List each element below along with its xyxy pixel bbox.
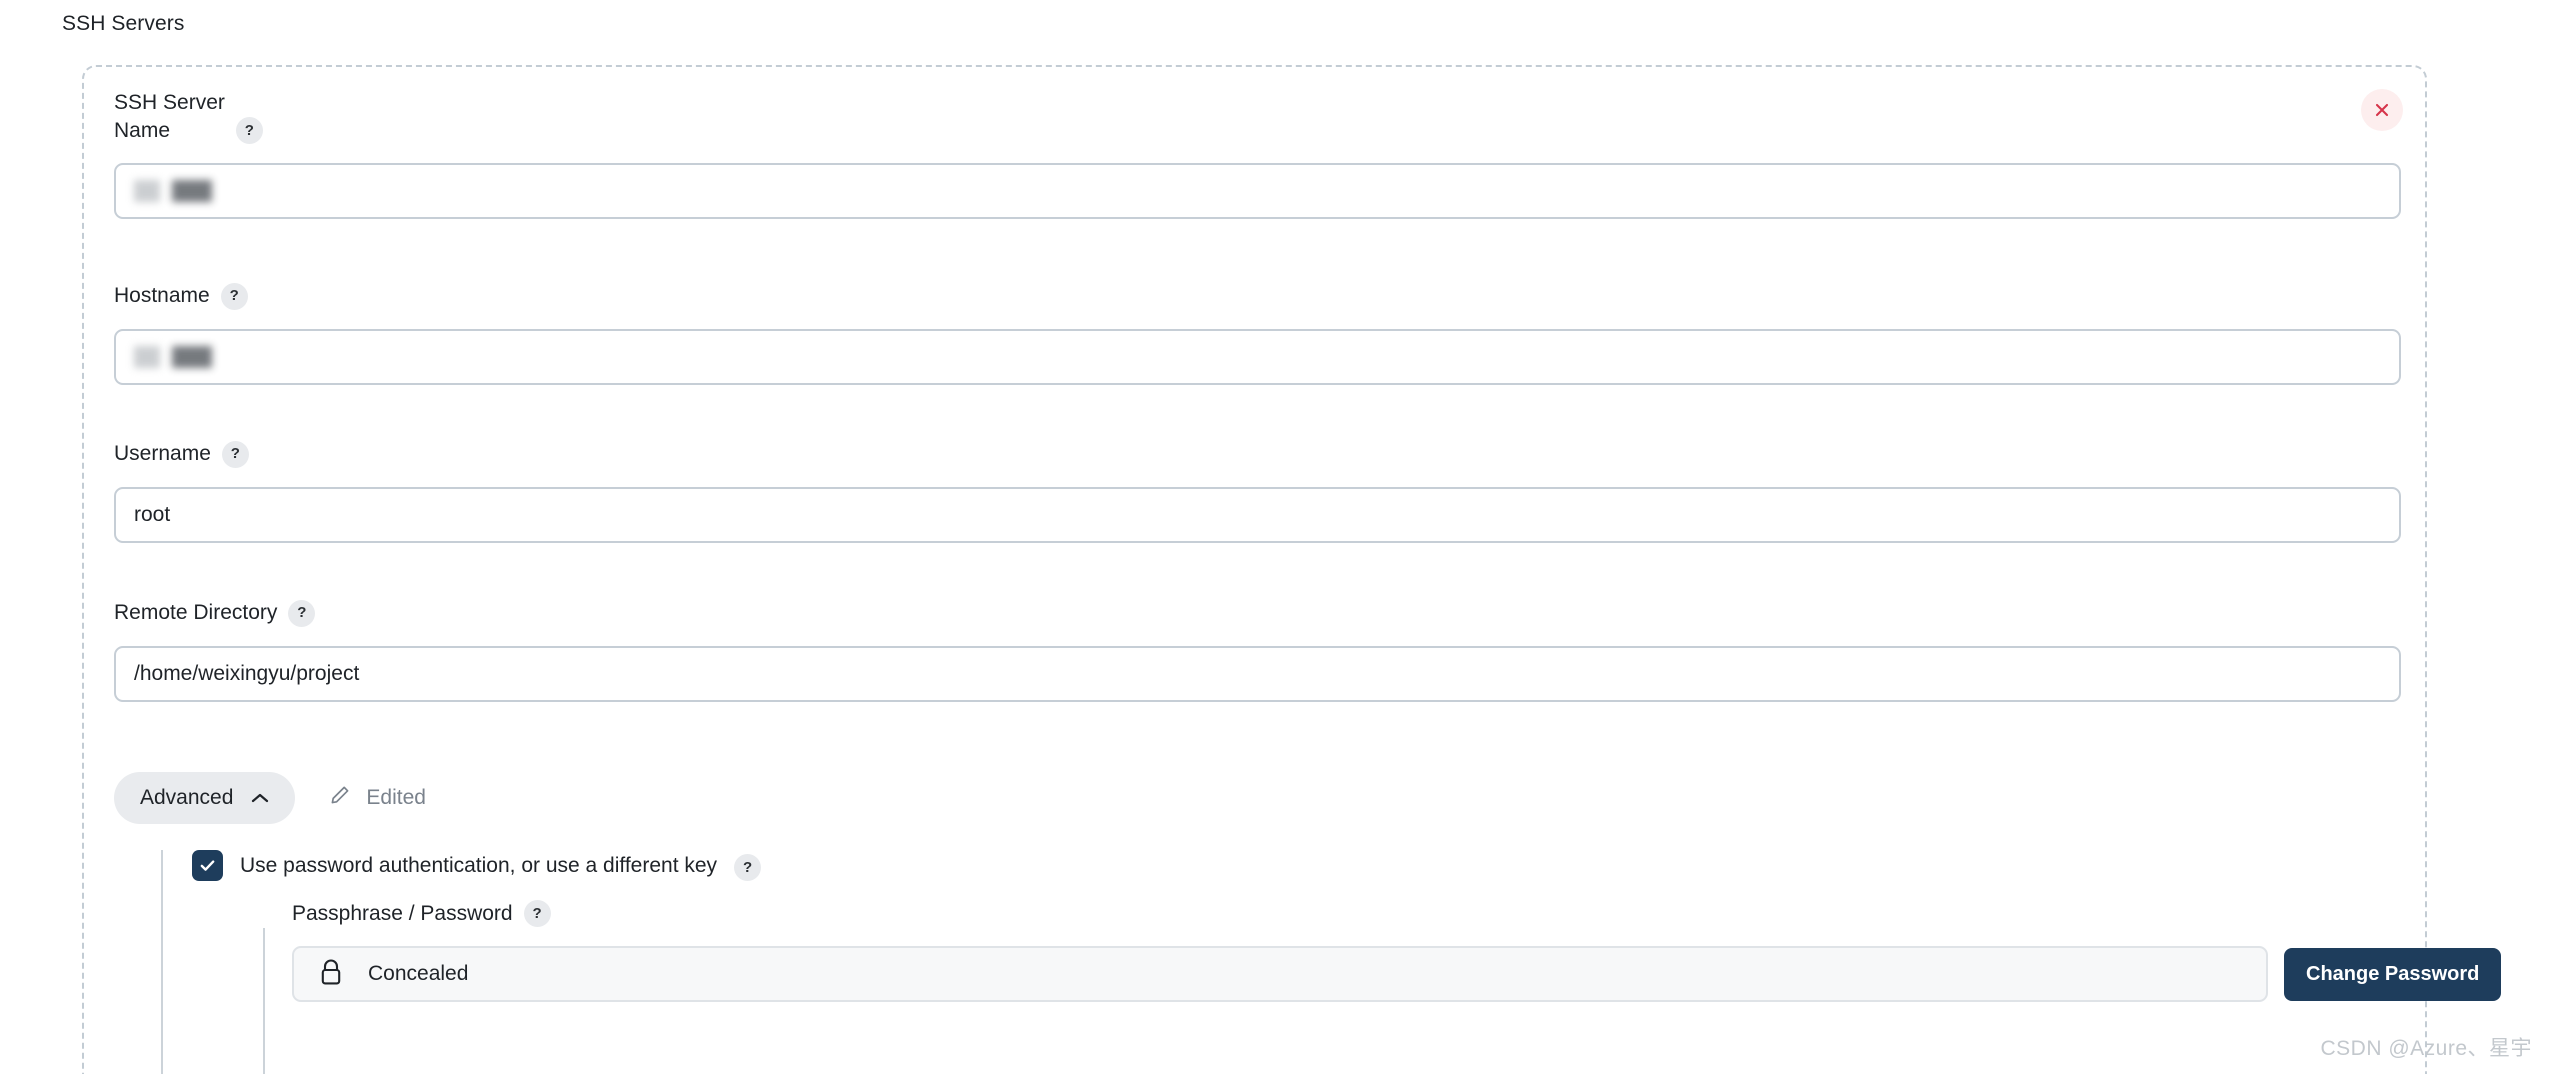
password-auth-checkbox-label: Use password authentication, or use a di… [240,853,718,877]
chevron-up-icon [251,786,269,810]
username-label: Username [114,442,211,465]
passphrase-field-row: Concealed Change Password [292,946,2502,1002]
edited-label: Edited [366,786,426,809]
ssh-server-card: SSH Server Name ? Hostname ? Username ? … [82,65,2502,1074]
redacted-value-block [172,345,212,368]
passphrase-value: Concealed [368,962,469,985]
pencil-icon [329,784,351,812]
password-auth-checkbox-row: Use password authentication, or use a di… [192,850,762,881]
hostname-input[interactable] [114,328,2401,385]
page-title: SSH Servers [62,12,185,35]
help-icon[interactable]: ? [288,599,316,627]
remote-directory-label: Remote Directory [114,601,278,624]
help-icon[interactable]: ? [221,440,249,468]
ssh-server-card-body: SSH Server Name ? Hostname ? Username ? … [84,67,2502,1074]
ssh-server-name-label-row: SSH Server Name ? [114,89,2401,145]
redacted-value-block [134,345,160,368]
redacted-value-block [172,180,212,203]
help-icon[interactable]: ? [734,854,762,881]
ssh-server-name-input[interactable] [114,163,2401,220]
field-hostname: Hostname ? [114,282,2401,385]
field-ssh-server-name: SSH Server Name ? [114,89,2401,220]
passphrase-value-box[interactable]: Concealed [292,946,2268,1002]
lock-icon [316,956,346,993]
username-label-row: Username ? [114,440,2401,468]
watermark: CSDN @Azure、星宇 [2320,1037,2532,1060]
advanced-toggle-row: Advanced Edited [114,772,426,824]
field-username: Username ? [114,440,2401,543]
remote-directory-label-row: Remote Directory ? [114,599,2401,627]
field-remote-directory: Remote Directory ? [114,599,2401,702]
change-password-button[interactable]: Change Password [2284,947,2502,1001]
remote-directory-input[interactable] [114,645,2401,702]
passphrase-block: Passphrase / Password ? Concealed Change… [292,900,2502,1002]
ssh-servers-page: SSH Servers SSH Server Name ? Hostname ?… [0,0,2550,1074]
hostname-label: Hostname [114,284,210,307]
advanced-button-label: Advanced [140,786,234,809]
ssh-server-name-label: SSH Server Name [114,91,225,142]
advanced-button[interactable]: Advanced [114,772,296,824]
help-icon[interactable]: ? [523,900,551,927]
hostname-label-row: Hostname ? [114,282,2401,310]
help-icon[interactable]: ? [235,117,263,145]
redacted-value-block [134,180,160,203]
username-input[interactable] [114,486,2401,543]
password-auth-checkbox[interactable] [192,850,223,881]
indent-guide [263,928,265,1074]
help-icon[interactable]: ? [220,282,248,310]
indent-guide [161,850,163,1074]
passphrase-label: Passphrase / Password [292,901,513,925]
edited-indicator: Edited [329,784,426,812]
passphrase-label-row: Passphrase / Password ? [292,900,2422,927]
